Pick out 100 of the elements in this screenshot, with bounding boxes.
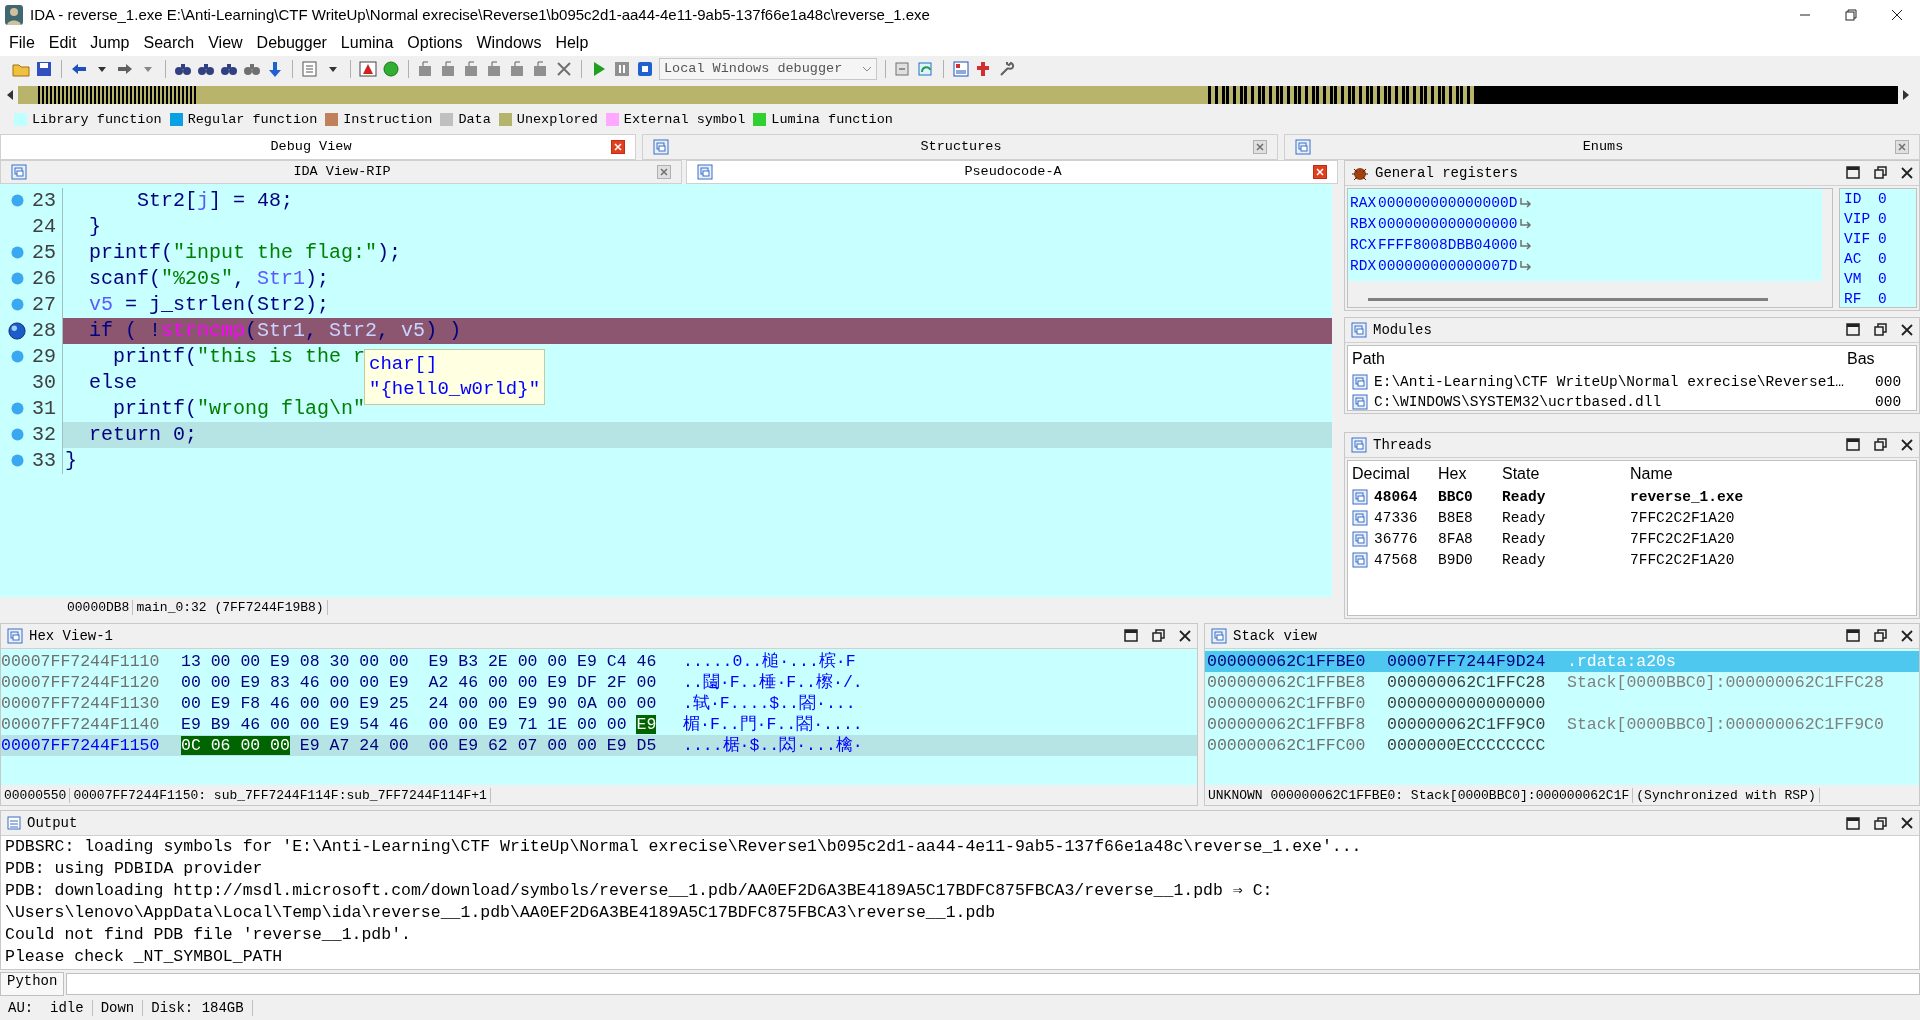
close-icon[interactable] [1901, 166, 1913, 179]
flag-value[interactable]: 0 [1878, 230, 1887, 251]
left-arrow-icon[interactable] [6, 88, 14, 101]
maximize-icon[interactable] [1846, 438, 1860, 452]
close-icon[interactable] [1901, 323, 1913, 336]
grid-icon[interactable] [952, 59, 971, 78]
maximize-icon[interactable] [1846, 629, 1860, 643]
flag-value[interactable]: 0 [1878, 190, 1887, 211]
register-value[interactable]: 000000000000007D [1378, 258, 1518, 275]
menu-item[interactable]: File [2, 33, 42, 52]
flag-value[interactable]: 0 [1878, 290, 1887, 307]
column-header[interactable]: Bas [1847, 349, 1875, 368]
close-icon[interactable] [1901, 817, 1913, 830]
register-value[interactable]: FFFF8008DBB04000 [1378, 237, 1518, 254]
flag-value[interactable]: 0 [1878, 270, 1887, 291]
register-value[interactable]: 000000000000000D [1378, 195, 1518, 212]
register-value[interactable]: 0000000000000000 [1378, 216, 1518, 233]
hex-row[interactable]: 00007FF7244F1150 0C 06 00 00 E9 A7 24 00 00 E9 62 07 00 00 E9 D5 ....椐·$..閦·...檎· [1, 734, 1197, 756]
menu-item[interactable]: Debugger [249, 33, 334, 52]
breakpoint-dot-icon[interactable] [10, 272, 24, 286]
maximize-icon[interactable] [1846, 323, 1860, 337]
maximize-icon[interactable] [1846, 166, 1860, 180]
stack-row[interactable]: 000000062C1FFBF0 0000000000000000 [1205, 692, 1919, 714]
close-icon[interactable] [1179, 629, 1191, 642]
save-icon[interactable] [35, 59, 53, 78]
tab[interactable]: IDA View-RIP [0, 159, 682, 184]
hex-row[interactable]: 00007FF7244F1140 E9 B9 46 00 00 E9 54 46 00 00 E9 71 1E 00 00 E9 楣·F..門·F..閤·.... [1, 713, 1197, 735]
hex-row[interactable]: 00007FF7244F1110 13 00 00 E9 08 30 00 00 E9 B3 2E 00 00 E9 C4 46 .....0..槌·...槟·F [1, 650, 1197, 672]
tab[interactable]: Enums [1284, 133, 1920, 160]
table-cell-text: Ready [1502, 489, 1547, 506]
ball-icon[interactable] [382, 59, 400, 78]
breakpoint-dot-icon[interactable] [10, 194, 24, 208]
jump-arrow-icon[interactable] [1519, 239, 1534, 252]
menu-item[interactable]: Jump [83, 33, 137, 52]
menu-item[interactable]: View [201, 33, 250, 52]
pause-icon[interactable] [613, 59, 631, 78]
column-header[interactable]: State [1502, 464, 1630, 483]
breakpoint-dot-icon[interactable] [10, 428, 24, 442]
column-header[interactable]: Decimal [1352, 464, 1438, 483]
stack-comment: .rdata:a20s [1567, 651, 1676, 671]
menu-item[interactable]: Help [548, 33, 596, 52]
menu-item[interactable]: Edit [41, 33, 84, 52]
breakpoint-dot-icon[interactable] [10, 246, 24, 260]
restore-icon[interactable] [1874, 166, 1887, 180]
breakpoint-dot-icon[interactable] [10, 298, 24, 312]
close-icon[interactable] [1901, 629, 1913, 642]
language-button[interactable]: Python [0, 972, 65, 997]
list-icon[interactable] [301, 59, 319, 78]
jump-arrow-icon[interactable] [1519, 197, 1534, 210]
table-cell-text: B8E8 [1438, 510, 1474, 527]
thread-row[interactable]: 47568 B9D0 Ready 7FFC2C2F1A20 [1348, 549, 1916, 571]
down-arrow-icon[interactable] [266, 59, 284, 78]
restore-icon[interactable] [1152, 629, 1165, 643]
column-header[interactable]: Name [1630, 464, 1916, 483]
maximize-icon[interactable] [1124, 629, 1138, 643]
breakpoint-dot-icon[interactable] [10, 454, 24, 468]
tab[interactable]: Pseudocode-A [686, 159, 1338, 184]
close-icon[interactable] [1891, 8, 1903, 21]
hex-row[interactable]: 00007FF7244F1130 00 E9 F8 46 00 00 E9 25 24 00 00 E9 90 0A 00 00 .轼·F....$..閤·... [1, 692, 1197, 714]
hex-row[interactable]: 00007FF7244F1120 00 00 E9 83 46 00 00 E9 A2 46 00 00 E9 DF 2F 00 ..闧·F..棰·F..檫·/. [1, 671, 1197, 693]
menu-item[interactable]: Windows [469, 33, 549, 52]
warning-icon[interactable] [359, 59, 377, 78]
stack-row[interactable]: 000000062C1FFBF8 000000062C1FF9C0 Stack[0000BBC0]:000000062C1FF9C0 [1205, 713, 1919, 735]
menu-item[interactable]: Lumina [333, 33, 401, 52]
tab[interactable]: Structures [642, 133, 1278, 160]
breakpoint-dot-icon[interactable] [10, 350, 24, 364]
thread-row[interactable]: 47336 B8E8 Ready 7FFC2C2F1A20 [1348, 507, 1916, 529]
restore-icon[interactable] [1874, 816, 1887, 830]
column-header[interactable]: Hex [1438, 464, 1502, 483]
thread-row[interactable]: 36776 8FA8 Ready 7FFC2C2F1A20 [1348, 528, 1916, 550]
navigation-band[interactable] [18, 85, 1898, 104]
maximize-icon[interactable] [1846, 816, 1860, 830]
restore-icon[interactable] [1845, 8, 1857, 21]
flag-value[interactable]: 0 [1878, 210, 1887, 231]
current-line-ball-icon[interactable] [8, 320, 26, 341]
tab[interactable]: Debug View [0, 133, 636, 160]
jump-arrow-icon[interactable] [1519, 218, 1534, 231]
right-arrow-icon[interactable] [1902, 88, 1910, 101]
column-header[interactable]: Path [1348, 349, 1847, 368]
restore-icon[interactable] [1874, 323, 1887, 337]
close-icon[interactable] [1901, 438, 1913, 451]
menu-item[interactable]: Search [136, 33, 202, 52]
restore-icon[interactable] [1874, 438, 1887, 452]
thread-row[interactable]: 48064 BBC0 Ready reverse_1.exe [1348, 486, 1916, 508]
command-input[interactable] [66, 973, 1920, 996]
line-number: 27 [32, 293, 56, 317]
flag-value[interactable]: 0 [1878, 250, 1887, 271]
debugger-dropdown[interactable]: Local Windows debugger [659, 57, 878, 80]
stop-icon[interactable] [636, 59, 654, 78]
menu-item[interactable]: Options [400, 33, 470, 52]
jump-arrow-icon[interactable] [1519, 260, 1534, 273]
code-text: Str2[j] = 48; [62, 187, 294, 214]
breakpoint-dot-icon[interactable] [10, 402, 24, 416]
stack-row[interactable]: 000000062C1FFC00 0000000ECCCCCCCC [1205, 734, 1919, 756]
restore-icon[interactable] [1874, 629, 1887, 643]
stack-row[interactable]: 000000062C1FFBE8 000000062C1FFC28 Stack[0000BBC0]:000000062C1FFC28 [1205, 671, 1919, 693]
status-text: 00000550 [1, 787, 71, 803]
stack-row[interactable]: 000000062C1FFBE0 00007FF7244F9D24 .rdata:a20s [1205, 650, 1919, 672]
thread-icon [1352, 510, 1368, 527]
wrench-icon[interactable] [998, 59, 1017, 78]
